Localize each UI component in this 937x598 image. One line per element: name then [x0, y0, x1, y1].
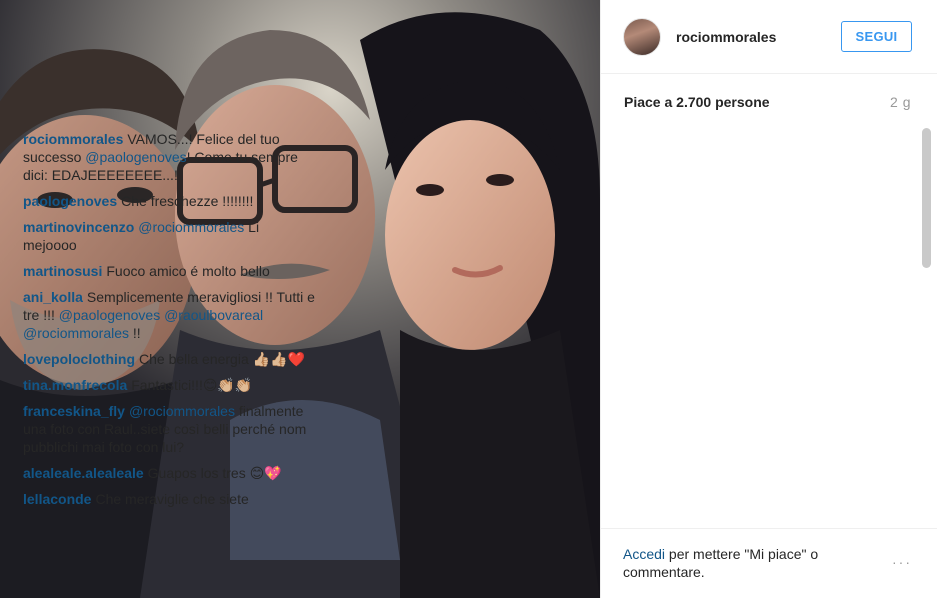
comment-author[interactable]: ani_kolla — [23, 289, 83, 305]
list-item: franceskina_fly @rociommorales finalmente… — [23, 402, 315, 456]
post-side-panel: rociommorales SEGUI Piace a 2.700 person… — [600, 0, 937, 598]
comment-mention[interactable]: @paologenoves — [85, 149, 186, 165]
comment-mention[interactable]: @rociommorales — [129, 403, 235, 419]
comment-text: Fuoco amico é molto bello — [106, 263, 270, 279]
comment-text: !! — [129, 325, 141, 341]
comments-list: rociommorales VAMOS...! Felice del tuo su… — [23, 130, 315, 526]
list-item: martinovincenzo @rociommorales Li mejoooo — [23, 218, 315, 254]
list-item: paologenoves Che freschezze !!!!!!!! — [23, 192, 315, 210]
comment-author[interactable]: martinovincenzo — [23, 219, 134, 235]
comment-author[interactable]: franceskina_fly — [23, 403, 125, 419]
comment-author[interactable]: alealeale.alealeale — [23, 465, 144, 481]
comment-author[interactable]: rociommorales — [23, 131, 123, 147]
timestamp[interactable]: 2 g — [890, 94, 911, 110]
list-item: martinosusi Fuoco amico é molto bello — [23, 262, 315, 280]
comment-author[interactable]: martinosusi — [23, 263, 102, 279]
comment-author[interactable]: paologenoves — [23, 193, 117, 209]
username-link[interactable]: rociommorales — [676, 29, 841, 45]
post-footer: Accedi per mettere "Mi piace" o commenta… — [600, 528, 937, 598]
comment-text: Che meraviglie che siete — [95, 491, 249, 507]
login-prompt: Accedi per mettere "Mi piace" o commenta… — [623, 545, 853, 598]
scrollbar-thumb[interactable] — [922, 128, 931, 268]
avatar[interactable] — [623, 17, 661, 56]
list-item: tina.monfrecola Fantastici!!!😊👏🏼👏🏼 — [23, 376, 315, 394]
comment-text: Che freschezze !!!!!!!! — [121, 193, 254, 209]
more-options-icon[interactable]: ··· — [892, 554, 912, 598]
comment-text: Che bella energia 👍🏼👍🏼❤️ — [139, 351, 305, 367]
post-header: rociommorales SEGUI — [601, 0, 937, 74]
comments-scrollbar[interactable] — [922, 128, 931, 528]
list-item: rociommorales VAMOS...! Felice del tuo su… — [23, 130, 315, 184]
comment-author[interactable]: lellaconde — [23, 491, 91, 507]
post-meta: Piace a 2.700 persone 2 g — [601, 74, 937, 130]
likes-count[interactable]: Piace a 2.700 persone — [624, 94, 770, 110]
list-item: alealeale.alealeale Guapos los tres 😊💖 — [23, 464, 315, 482]
comment-author[interactable]: lovepoloclothing — [23, 351, 135, 367]
follow-button[interactable]: SEGUI — [841, 21, 912, 52]
comment-author[interactable]: tina.monfrecola — [23, 377, 127, 393]
list-item: ani_kolla Semplicemente meravigliosi !! T… — [23, 288, 315, 342]
comment-mention[interactable]: @paologenoves @raoulbovareal @rociommora… — [23, 307, 263, 341]
comment-mention[interactable]: @rociommorales — [138, 219, 244, 235]
login-link[interactable]: Accedi — [623, 546, 665, 562]
list-item: lellaconde Che meraviglie che siete — [23, 490, 315, 508]
comment-text: Guapos los tres 😊💖 — [147, 465, 282, 481]
list-item: lovepoloclothing Che bella energia 👍🏼👍🏼❤️ — [23, 350, 315, 368]
comment-text: Fantastici!!!😊👏🏼👏🏼 — [131, 377, 253, 393]
